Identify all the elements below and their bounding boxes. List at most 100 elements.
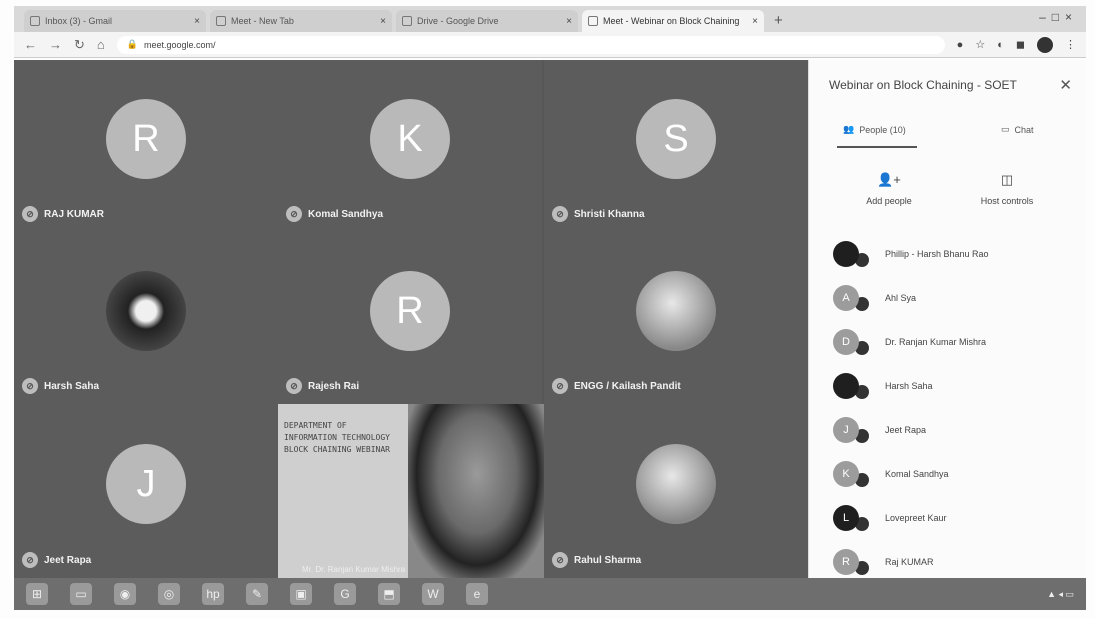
- avatar: A: [833, 285, 859, 311]
- task-view-icon[interactable]: ▭: [70, 583, 92, 605]
- list-item[interactable]: K Komal Sandhya: [833, 452, 1073, 496]
- extension-icon[interactable]: ◐: [997, 39, 1004, 51]
- list-item[interactable]: Phillip - Harsh Bhanu Rao: [833, 232, 1073, 276]
- close-icon[interactable]: ×: [566, 16, 572, 27]
- close-icon[interactable]: ✕: [1059, 76, 1072, 94]
- url-text: meet.google.com/: [143, 39, 216, 50]
- list-item[interactable]: J Jeet Rapa: [833, 408, 1073, 452]
- profile-avatar[interactable]: [1037, 36, 1053, 53]
- browser-tab[interactable]: Drive - Google Drive ×: [396, 10, 578, 32]
- hp-icon[interactable]: hp: [202, 583, 224, 605]
- photos-icon[interactable]: ▣: [290, 583, 312, 605]
- close-icon[interactable]: ×: [380, 16, 386, 27]
- avatar: [833, 373, 859, 399]
- participant-tile[interactable]: S ⊘ Shristi Khanna: [544, 60, 808, 232]
- start-icon[interactable]: ⊞: [26, 583, 48, 605]
- tab-chat[interactable]: ▭ Chat: [1001, 124, 1034, 135]
- avatar: K: [833, 461, 859, 487]
- lock-icon: 🔒: [126, 39, 138, 49]
- mic-off-icon: ⊘: [286, 206, 302, 222]
- avatar: S: [636, 99, 716, 180]
- participant-tile[interactable]: J ⊘ Jeet Rapa: [14, 404, 278, 578]
- avatar: [636, 444, 716, 525]
- page-icon: [216, 16, 226, 26]
- presenter-banner: DEPARTMENT OF INFORMATION TECHNOLOGY BLO…: [284, 421, 390, 454]
- presenter-name: Mr. Dr. Ranjan Kumar Mishra: [302, 565, 406, 574]
- mic-off-icon: ⊘: [22, 552, 38, 568]
- chat-icon: ▭: [1001, 124, 1010, 134]
- list-item[interactable]: D Dr. Ranjan Kumar Mishra: [833, 320, 1073, 364]
- pen-icon[interactable]: ✎: [246, 583, 268, 605]
- participant-name: ⊘ Harsh Saha: [22, 378, 99, 394]
- participant-list: Phillip - Harsh Bhanu Rao A Ahl Sya D Dr…: [833, 232, 1073, 584]
- media-icon[interactable]: ◎: [158, 583, 180, 605]
- mic-off-icon: ⊘: [22, 206, 38, 222]
- home-icon[interactable]: ⌂: [97, 37, 105, 52]
- participant-name: ⊘ Komal Sandhya: [286, 206, 383, 222]
- close-icon[interactable]: ×: [194, 16, 200, 27]
- mic-off-icon: ⊘: [552, 552, 568, 568]
- people-panel: Webinar on Block Chaining - SOET ✕ 👥 Peo…: [808, 60, 1086, 578]
- presenter-face: [408, 404, 546, 578]
- list-item[interactable]: L Lovepreet Kaur: [833, 496, 1073, 540]
- chrome-icon[interactable]: ◉: [114, 583, 136, 605]
- address-bar: ← → ↻ ⌂ 🔒 meet.google.com/ ● ☆ ◐ ◼ ⋮: [14, 32, 1086, 58]
- mic-off-icon: ⊘: [286, 378, 302, 394]
- participant-name: ⊘ Shristi Khanna: [552, 206, 645, 222]
- participant-tile[interactable]: R ⊘ RAJ KUMAR: [14, 60, 278, 232]
- close-icon[interactable]: ×: [752, 16, 758, 27]
- mic-off-icon: ⊘: [22, 378, 38, 394]
- avatar: R: [370, 271, 450, 352]
- camera-icon[interactable]: ●: [957, 39, 964, 51]
- window-controls[interactable]: –□×: [1039, 10, 1078, 24]
- word-icon[interactable]: W: [422, 583, 444, 605]
- add-people-button[interactable]: 👤+ Add people: [839, 172, 939, 206]
- participant-name: ⊘ ENGG / Kailash Pandit: [552, 378, 681, 394]
- avatar: [833, 241, 859, 267]
- avatar: R: [106, 99, 186, 180]
- participant-name: ⊘ Rahul Sharma: [552, 552, 641, 568]
- back-icon[interactable]: ←: [24, 37, 37, 52]
- meeting-grid: R ⊘ RAJ KUMAR K ⊘ Komal Sandhya S ⊘ Shri…: [14, 60, 808, 578]
- active-tab-indicator: [837, 146, 917, 148]
- list-item[interactable]: Harsh Saha: [833, 364, 1073, 408]
- extension-icon[interactable]: ◼: [1016, 38, 1025, 51]
- meeting-title: Webinar on Block Chaining - SOET: [829, 78, 1017, 92]
- participant-tile[interactable]: ⊘ ENGG / Kailash Pandit: [544, 232, 808, 404]
- avatar: D: [833, 329, 859, 355]
- host-controls-button[interactable]: ◫ Host controls: [957, 172, 1057, 206]
- meet-icon: [588, 16, 598, 26]
- reload-icon[interactable]: ↻: [74, 37, 85, 53]
- tab-people[interactable]: 👥 People (10): [843, 124, 906, 135]
- presenter-video[interactable]: DEPARTMENT OF INFORMATION TECHNOLOGY BLO…: [278, 404, 546, 578]
- menu-icon[interactable]: ⋮: [1065, 38, 1076, 51]
- people-icon: 👥: [843, 124, 855, 134]
- avatar: J: [833, 417, 859, 443]
- avatar: L: [833, 505, 859, 531]
- google-icon[interactable]: G: [334, 583, 356, 605]
- pdf-icon[interactable]: ⬒: [378, 583, 400, 605]
- participant-tile[interactable]: ⊘ Harsh Saha: [14, 232, 278, 404]
- avatar: [636, 271, 716, 352]
- shield-icon: ◫: [1000, 172, 1014, 187]
- browser-tab-active[interactable]: Meet - Webinar on Block Chaining ×: [582, 10, 764, 32]
- edge-icon[interactable]: e: [466, 583, 488, 605]
- system-tray[interactable]: ▲ ◂ ▭: [1047, 589, 1074, 600]
- participant-tile[interactable]: K ⊘ Komal Sandhya: [278, 60, 542, 232]
- forward-icon[interactable]: →: [49, 37, 62, 52]
- browser-tab-bar: Inbox (3) - Gmail × Meet - New Tab × Dri…: [14, 6, 1086, 32]
- star-icon[interactable]: ☆: [975, 38, 985, 51]
- participant-tile[interactable]: R ⊘ Rajesh Rai: [278, 232, 542, 404]
- list-item[interactable]: A Ahl Sya: [833, 276, 1073, 320]
- participant-tile[interactable]: ⊘ Rahul Sharma: [544, 404, 808, 578]
- browser-tab[interactable]: Inbox (3) - Gmail ×: [24, 10, 206, 32]
- new-tab-icon[interactable]: +: [774, 12, 783, 29]
- avatar: J: [106, 444, 186, 525]
- gmail-icon: [30, 16, 40, 26]
- url-field[interactable]: 🔒 meet.google.com/: [116, 35, 945, 54]
- avatar: [106, 271, 186, 352]
- participant-name: ⊘ Rajesh Rai: [286, 378, 359, 394]
- taskbar: ⊞ ▭ ◉ ◎ hp ✎ ▣ G ⬒ W e ▲ ◂ ▭: [14, 578, 1086, 610]
- participant-name: ⊘ Jeet Rapa: [22, 552, 91, 568]
- browser-tab[interactable]: Meet - New Tab ×: [210, 10, 392, 32]
